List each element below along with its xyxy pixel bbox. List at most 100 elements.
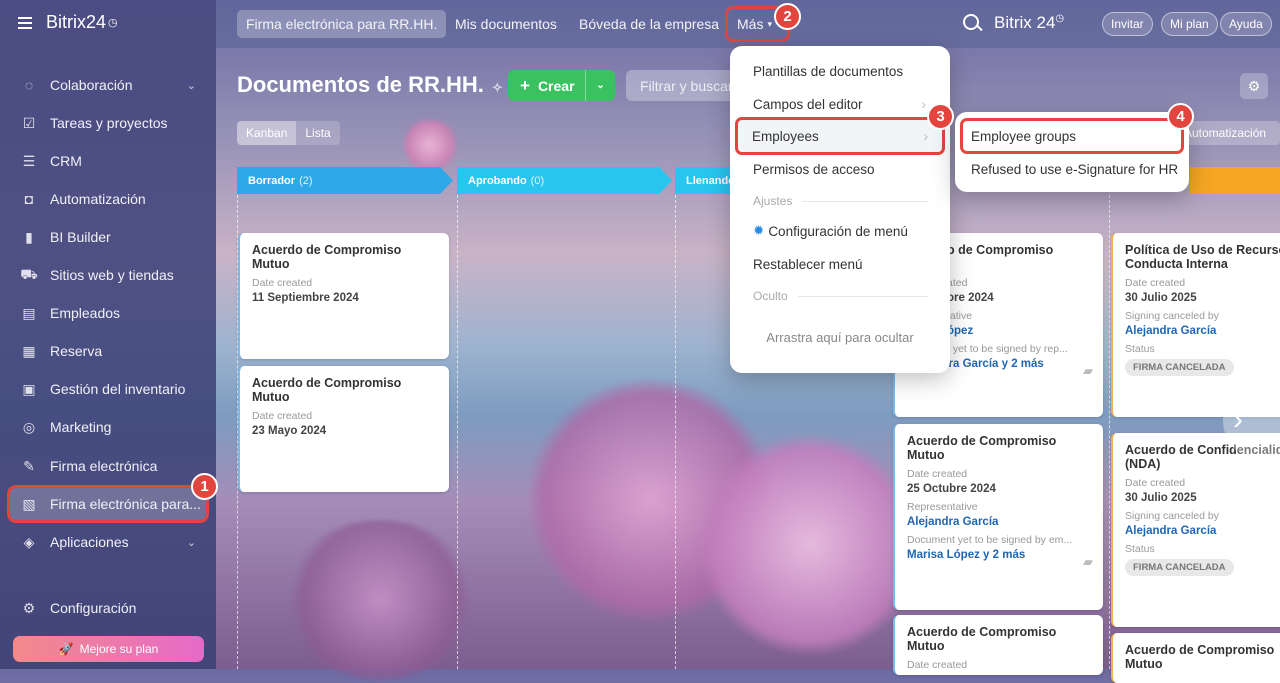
card-title[interactable]: Política de Uso de Recursos y Conducta I… <box>1125 243 1280 271</box>
menu-item-templates[interactable]: Plantillas de documentos <box>730 55 950 87</box>
menu-item-reset-menu[interactable]: Restablecer menú <box>730 248 950 280</box>
comment-icon[interactable]: ▰ <box>1083 363 1093 379</box>
sidebar-item[interactable]: ⛟ Sitios web y tiendas <box>10 259 206 291</box>
menu-section-hidden: Oculto <box>753 289 928 303</box>
chevron-right-icon: › <box>921 96 926 112</box>
id-card-icon: ▤ <box>22 304 36 321</box>
menu-item-label: Refused to use e-Signature for HR <box>971 161 1179 177</box>
tab-company-vault[interactable]: Bóveda de la empresa <box>570 10 728 38</box>
chat-icon: ◌ <box>24 77 34 93</box>
tab-my-documents[interactable]: Mis documentos <box>446 10 566 38</box>
sidebar-item[interactable]: ▮ BI Builder <box>10 221 206 253</box>
help-button[interactable]: Ayuda <box>1220 12 1272 36</box>
menu-item-refused-esign[interactable]: Refused to use e-Signature for HR <box>955 153 1189 185</box>
chevron-right-icon: › <box>923 128 928 144</box>
pin-icon[interactable]: ✧ <box>492 80 503 95</box>
create-dropdown-toggle[interactable]: ⌄ <box>585 70 615 101</box>
search-icon[interactable] <box>963 14 983 32</box>
background-flower <box>280 520 480 680</box>
column-header[interactable]: Aprobando (0) <box>457 167 672 194</box>
menu-icon[interactable] <box>18 16 32 29</box>
sidebar-item[interactable]: ◎ Marketing <box>10 411 206 443</box>
menu-item-access-permissions[interactable]: Permisos de acceso <box>730 153 950 185</box>
card-label: Date created <box>1125 277 1186 289</box>
menu-item-label: Plantillas de documentos <box>753 63 904 79</box>
sidebar-item[interactable]: ▦ Reserva <box>10 335 206 367</box>
sidebar-item[interactable]: ◘ Automatización <box>10 183 206 215</box>
cube-icon: ◈ <box>23 533 35 550</box>
create-button[interactable]: + Crear ⌄ <box>508 70 615 101</box>
card-value: 25 Octubre 2024 <box>907 483 996 495</box>
sidebar-item[interactable]: ☰ CRM <box>10 145 206 177</box>
menu-item-configure-menu[interactable]: ✹ Configuración de menú <box>730 215 950 247</box>
view-kanban[interactable]: Kanban <box>237 121 297 145</box>
menu-item-label: Permisos de acceso <box>753 161 875 177</box>
column-header[interactable] <box>1190 167 1280 194</box>
employees-submenu: Employee groups Refused to use e-Signatu… <box>955 112 1189 192</box>
gear-icon: ✹ <box>753 223 765 238</box>
sidebar-item-label: Firma electrónica <box>50 458 158 474</box>
invite-button[interactable]: Invitar <box>1102 12 1153 36</box>
pen-icon: ✎ <box>23 457 35 474</box>
card-title[interactable]: Acuerdo de Compromiso Mutuo <box>252 376 437 404</box>
chevron-down-icon[interactable]: ⌄ <box>187 79 196 92</box>
card-link[interactable]: Marisa López y 2 más <box>907 549 1091 561</box>
menu-item-editor-fields[interactable]: Campos del editor › <box>730 88 950 120</box>
kanban-card[interactable]: Acuerdo de Compromiso Mutuo Date created… <box>893 424 1103 610</box>
card-title[interactable]: Acuerdo de Compromiso Mutuo <box>907 625 1091 653</box>
sidebar-item[interactable]: ◌ Colaboración ⌄ <box>10 69 206 101</box>
card-link[interactable]: Alejandra García <box>1125 525 1279 537</box>
card-value: 11 Septiembre 2024 <box>252 292 359 304</box>
card-label: Date created <box>252 410 313 422</box>
bars-icon: ▮ <box>25 228 33 245</box>
column-name: Borrador <box>248 174 296 187</box>
tab-hr-esign[interactable]: Firma electrónica para RR.HH. <box>237 10 447 38</box>
search-input[interactable]: Filtrar y buscar <box>626 70 736 101</box>
kanban-card[interactable]: Acuerdo de Compromiso Mutuo <box>1111 633 1280 683</box>
gear-icon[interactable]: ⚙ <box>1240 73 1268 99</box>
kanban-card[interactable]: Acuerdo de Compromiso Mutuo Date created… <box>238 233 449 359</box>
kanban-card[interactable]: Acuerdo de Compromiso Mutuo Date created <box>893 615 1103 675</box>
sidebar-item[interactable]: ▣ Gestión del inventario <box>10 373 206 405</box>
menu-item-employee-groups[interactable]: Employee groups <box>960 118 1184 154</box>
card-label: Representative <box>907 501 978 513</box>
sidebar-item[interactable]: ▧ Firma electrónica para... <box>7 485 209 523</box>
drag-hide-zone[interactable]: Arrastra aquí para ocultar <box>730 330 950 345</box>
sidebar-item-label: Reserva <box>50 343 103 359</box>
my-plan-button[interactable]: Mi plan <box>1161 12 1218 36</box>
menu-section-settings: Ajustes <box>753 194 928 208</box>
sidebar-item[interactable]: ☑ Tareas y proyectos <box>10 107 206 139</box>
card-link[interactable]: Alejandra García <box>907 516 1091 528</box>
card-title[interactable]: Acuerdo de Compromiso Mutuo <box>252 243 437 271</box>
top-bar: Firma electrónica para RR.HH. Mis docume… <box>216 0 1280 48</box>
tab-more-label: Más <box>737 16 764 32</box>
sidebar-item-settings[interactable]: ⚙ Configuración <box>10 592 206 624</box>
card-link[interactable]: Alejandra García <box>1125 325 1279 337</box>
step-badge: 1 <box>191 473 218 500</box>
sidebar-item[interactable]: ✎ Firma electrónica <box>10 450 206 482</box>
column-header[interactable]: Llenando <box>675 167 737 194</box>
app-logo[interactable]: Bitrix24 ◷ <box>18 12 118 33</box>
menu-item-employees[interactable]: Employees › <box>735 117 945 155</box>
sidebar-item-label: Aplicaciones <box>50 534 129 550</box>
sidebar-item[interactable]: ▤ Empleados <box>10 297 206 329</box>
cart-icon: ⛟ <box>20 265 38 282</box>
kanban-card[interactable]: Acuerdo de Compromiso Mutuo Date created… <box>238 366 449 492</box>
card-value: 30 Julio 2025 <box>1125 292 1197 304</box>
comment-icon[interactable]: ▰ <box>1083 554 1093 570</box>
clock-icon: ◷ <box>1055 13 1065 24</box>
page-title: Documentos de RR.HH. ✧ <box>237 72 503 98</box>
card-title[interactable]: Acuerdo de Compromiso Mutuo <box>1125 643 1280 671</box>
filter-icon: ☰ <box>22 152 36 169</box>
chevron-down-icon[interactable]: ⌄ <box>187 536 196 549</box>
kanban-card[interactable]: Acuerdo de Confidencialidad (NDA) Date c… <box>1111 433 1280 627</box>
card-label: Document yet to be signed by em... <box>907 534 1073 546</box>
upgrade-plan-button[interactable]: 🚀 Mejore su plan <box>13 636 204 662</box>
card-title[interactable]: Acuerdo de Compromiso Mutuo <box>907 434 1091 462</box>
brand-logo: Bitrix 24◷ <box>994 13 1064 33</box>
column-header[interactable]: Borrador (2) <box>237 167 453 194</box>
view-list[interactable]: Lista <box>296 121 340 145</box>
sidebar-item-label: Sitios web y tiendas <box>50 267 174 283</box>
sidebar-item-label: Colaboración <box>50 77 133 93</box>
sidebar-item[interactable]: ◈ Aplicaciones ⌄ <box>10 526 206 558</box>
